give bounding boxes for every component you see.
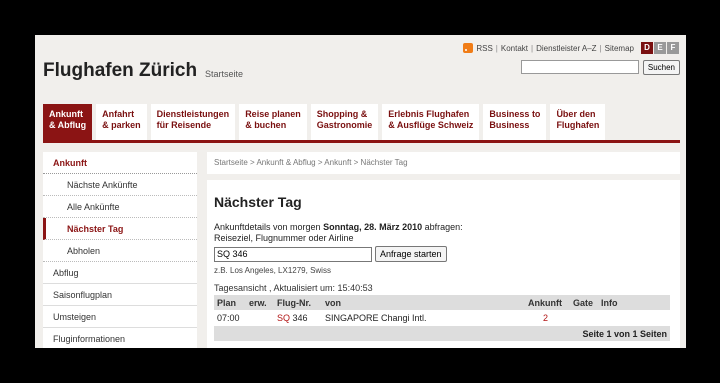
nav-underline [43,140,680,143]
nav-ankunft-abflug[interactable]: Ankunft & Abflug [43,104,93,140]
cell-flight-number: 346 [292,313,308,323]
page: RSS | Kontakt | Dienstleister A–Z | Site… [35,35,686,348]
col-von: von [322,295,525,310]
col-ankunft: Ankunft [525,295,570,310]
pagination-text: Seite 1 von 1 Seiten [214,326,670,341]
query-input[interactable] [214,246,372,262]
language-switcher: D E F [641,42,679,54]
sidebar-item-saisonflugplan[interactable]: Saisonflugplan [43,284,197,306]
page-title: Nächster Tag [214,194,302,210]
nav-reise-planen[interactable]: Reise planen & buchen [239,104,307,140]
update-status: Tagesansicht , Aktualisiert um: 15:40:53 [214,283,373,293]
sidebar-item-umsteigen[interactable]: Umsteigen [43,306,197,328]
lang-fr[interactable]: F [667,42,679,54]
col-info: Info [598,295,670,310]
col-flug-nr: Flug-Nr. [274,295,322,310]
nav-anfahrt-parken[interactable]: Anfahrt & parken [96,104,147,140]
utility-bar: RSS | Kontakt | Dienstleister A–Z | Site… [463,42,679,54]
query-row: Anfrage starten [214,246,672,262]
nav-dienstleistungen[interactable]: Dienstleistungen für Reisende [150,104,236,140]
nav-ueber[interactable]: Über den Flughafen [550,104,606,140]
rss-icon[interactable] [463,43,474,53]
col-erw: erw. [246,295,274,310]
sidebar-item-fluginformationen[interactable]: Fluginformationen [43,328,197,348]
nav-shopping[interactable]: Shopping & Gastronomie [310,104,379,140]
lang-de[interactable]: D [641,42,653,54]
sidebar: Ankunft Nächste Ankünfte Alle Ankünfte N… [43,152,197,348]
main-nav: Ankunft & Abflug Anfahrt & parken Dienstle… [43,104,606,140]
arrivals-table: Plan erw. Flug-Nr. von Ankunft Gate Info… [214,295,670,341]
query-label: Reiseziel, Flugnummer oder Airline [214,233,354,243]
sidebar-item-alle-ankuenfte[interactable]: Alle Ankünfte [43,196,197,218]
site-title[interactable]: Flughafen Zürich [43,60,197,82]
table-footer-row: Seite 1 von 1 Seiten [214,326,670,341]
sitemap-link[interactable]: Sitemap [605,44,634,53]
intro-date: Sonntag, 28. März 2010 [323,222,423,232]
col-plan: Plan [214,295,246,310]
intro-text: Ankunftdetails von morgen Sonntag, 28. M… [214,222,463,232]
kontakt-link[interactable]: Kontakt [501,44,528,53]
cell-info [598,310,670,326]
cell-airline: SQ [277,313,291,323]
col-gate: Gate [570,295,598,310]
cell-von: SINGAPORE Changi Intl. [325,313,427,323]
rss-link[interactable]: RSS [476,44,492,53]
sidebar-item-ankunft[interactable]: Ankunft [43,152,197,174]
dienstleister-link[interactable]: Dienstleister A–Z [536,44,596,53]
breadcrumb[interactable]: Startseite > Ankunft & Abflug > Ankunft … [207,152,680,174]
sidebar-item-abholen[interactable]: Abholen [43,240,197,262]
query-submit-button[interactable]: Anfrage starten [375,246,447,262]
site-subtitle[interactable]: Startseite [205,69,243,79]
sidebar-item-naechster-tag[interactable]: Nächster Tag [43,218,197,240]
cell-gate [570,310,598,326]
nav-erlebnis[interactable]: Erlebnis Flughafen & Ausflüge Schweiz [382,104,480,140]
search-button[interactable]: Suchen [642,60,680,75]
nav-business[interactable]: Business to Business [483,104,547,140]
main-content: Nächster Tag Ankunftdetails von morgen S… [207,180,680,348]
cell-plan: 07:00 [217,313,240,323]
cell-flight[interactable]: SQ 346 [274,310,322,326]
sidebar-item-abflug[interactable]: Abflug [43,262,197,284]
query-hint: z.B. Los Angeles, LX1279, Swiss [214,266,331,275]
search-bar: Suchen [520,60,680,75]
search-input[interactable] [520,60,639,74]
cell-erw [246,310,274,326]
table-header-row: Plan erw. Flug-Nr. von Ankunft Gate Info [214,295,670,310]
table-row[interactable]: 07:00 SQ 346 SINGAPORE Changi Intl. 2 [214,310,670,326]
cell-ankunft: 2 [543,313,549,323]
lang-en[interactable]: E [654,42,666,54]
sidebar-item-naechste-ankuenfte[interactable]: Nächste Ankünfte [43,174,197,196]
